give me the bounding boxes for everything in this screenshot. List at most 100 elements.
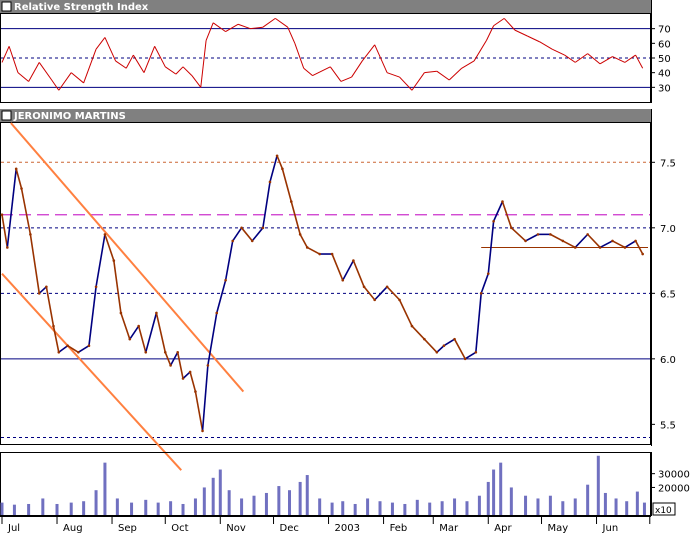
rsi-line-segment xyxy=(275,17,289,28)
price-point xyxy=(453,337,456,341)
price-point xyxy=(240,226,243,230)
volume-bar xyxy=(144,499,148,515)
price-close-box[interactable] xyxy=(1,110,12,121)
volume-bar xyxy=(596,455,600,515)
volume-bar xyxy=(130,502,134,515)
volume-bar xyxy=(41,498,45,515)
price-line-segment xyxy=(88,286,97,346)
price-trend-lines xyxy=(1,122,245,471)
volume-tick-label: 20000 xyxy=(658,483,690,494)
price-point xyxy=(0,213,4,217)
price-point xyxy=(112,259,116,262)
price-point xyxy=(231,239,235,243)
price-point xyxy=(510,226,513,230)
volume-bar xyxy=(27,503,31,515)
price-line-segment xyxy=(525,233,539,242)
price-point xyxy=(486,272,490,275)
price-point xyxy=(479,292,483,295)
volume-bar xyxy=(156,502,160,515)
rsi-line-segment xyxy=(83,49,97,84)
price-point xyxy=(215,311,219,315)
rsi-line-segment xyxy=(237,23,251,30)
price-point xyxy=(442,344,446,348)
date-tick-label: Feb xyxy=(390,523,408,534)
price-point xyxy=(474,350,478,354)
price-line-segment xyxy=(436,345,445,353)
rsi-line-segment xyxy=(164,66,177,75)
price-point xyxy=(181,377,185,380)
date-tick-label: Jul xyxy=(7,523,20,534)
rsi-line-segment xyxy=(374,44,388,73)
price-line-segment xyxy=(587,233,601,249)
date-tick-label: Apr xyxy=(494,523,512,534)
price-panel: JERONIMO MARTINS 7.5 7.0 6.5 6.0 5.5 xyxy=(0,109,676,471)
price-point xyxy=(289,200,293,203)
price-line-segment xyxy=(38,286,47,294)
price-trend-line xyxy=(1,272,182,471)
price-line-segment xyxy=(95,234,106,287)
price-point xyxy=(6,246,9,249)
rsi-line-segment xyxy=(132,54,145,73)
price-line-segment xyxy=(599,240,613,249)
price-point xyxy=(268,180,272,184)
volume-bar xyxy=(277,486,281,515)
price-point xyxy=(435,350,439,354)
price-line-segment xyxy=(281,168,293,202)
rsi-line-segment xyxy=(143,46,156,73)
rsi-line-segment xyxy=(205,22,214,41)
volume-bar xyxy=(415,499,419,515)
volume-bar xyxy=(548,495,552,515)
volume-bar xyxy=(428,502,432,515)
rsi-title: Relative Strength Index xyxy=(14,2,149,13)
price-line-segment xyxy=(251,227,264,242)
volume-bar xyxy=(298,481,302,515)
volume-series xyxy=(0,455,646,515)
rsi-line-segment xyxy=(624,54,636,63)
rsi-line-segment xyxy=(182,66,193,76)
volume-scale-note: x10 xyxy=(655,506,672,516)
rsi-tick-label: 70 xyxy=(658,25,671,36)
volume-bar xyxy=(82,501,86,515)
price-point xyxy=(103,233,107,236)
price-line-segment xyxy=(29,234,41,294)
rsi-line-segment xyxy=(399,76,413,91)
price-point xyxy=(169,364,172,367)
chart-window: Relative Strength Index 70 60 50 40 30 JERON… xyxy=(0,0,699,536)
price-line-segment xyxy=(189,371,197,392)
price-point xyxy=(57,350,61,354)
price-line-segment xyxy=(492,201,504,222)
price-point xyxy=(561,239,565,243)
rsi-line-segment xyxy=(527,35,540,43)
rsi-line-segment xyxy=(125,54,134,69)
volume-bar xyxy=(211,477,215,515)
price-point xyxy=(94,285,98,289)
volume-bar xyxy=(55,503,59,515)
volume-bar xyxy=(69,502,73,515)
rsi-line-segment xyxy=(612,56,626,63)
price-reference-lines xyxy=(1,161,650,438)
date-tick-label: Dec xyxy=(280,523,299,534)
date-tick-label: Sep xyxy=(118,523,137,534)
rsi-panel: Relative Strength Index 70 60 50 40 30 xyxy=(0,0,671,103)
rsi-close-box[interactable] xyxy=(1,1,12,12)
price-line-segment xyxy=(182,371,191,380)
rsi-tick-label: 40 xyxy=(658,69,671,80)
price-plot-frame xyxy=(0,122,651,445)
volume-bar xyxy=(252,495,256,515)
volume-bar xyxy=(0,502,4,515)
volume-bar xyxy=(642,502,646,515)
date-tick-label: Aug xyxy=(63,523,83,534)
price-point xyxy=(611,239,614,243)
price-line-segment xyxy=(352,260,365,288)
rsi-line-segment xyxy=(225,23,239,33)
price-point xyxy=(352,259,355,262)
volume-bar xyxy=(103,462,107,515)
price-tick-label: 7.0 xyxy=(660,224,676,235)
rsi-y-axis: 70 60 50 40 30 xyxy=(651,25,671,94)
rsi-line-segment xyxy=(587,53,601,65)
rsi-line-segment xyxy=(312,66,331,77)
price-point xyxy=(641,252,644,256)
price-line-segment xyxy=(144,312,158,353)
rsi-line-segment xyxy=(329,66,342,82)
rsi-line-segment xyxy=(473,40,487,62)
